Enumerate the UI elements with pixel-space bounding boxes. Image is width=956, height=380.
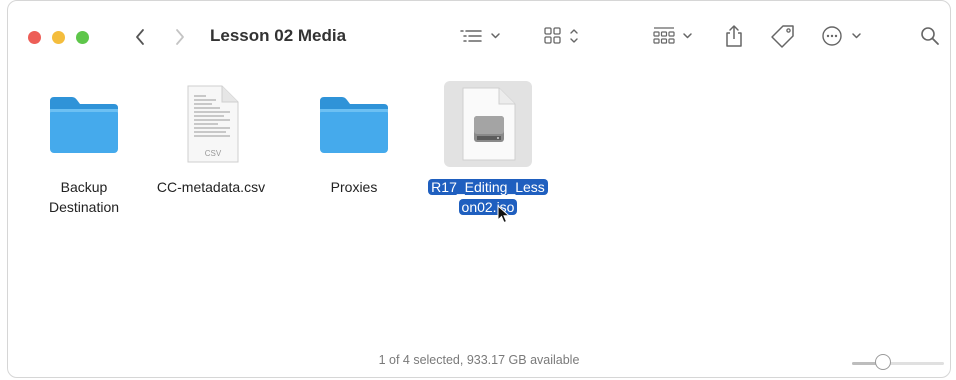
share-icon [726, 25, 742, 47]
folder-icon [310, 81, 398, 167]
chevron-right-icon [176, 29, 184, 45]
window-title: Lesson 02 Media [210, 26, 347, 45]
chevron-left-icon [136, 29, 144, 45]
csv-document-icon: CSV [167, 81, 255, 167]
icon-view-menu-button[interactable] [543, 21, 587, 51]
ellipsis-circle-icon [822, 26, 861, 46]
icon-size-slider[interactable] [852, 354, 944, 370]
toolbar: Lesson 02 Media [8, 1, 950, 73]
list-view-menu-button[interactable] [455, 21, 505, 51]
tags-button[interactable] [768, 21, 798, 51]
more-actions-button[interactable] [820, 21, 868, 51]
file-grid: Backup Destination CSV CC-metadata.csv P… [8, 73, 950, 349]
finder-window: Lesson 02 Media Backup Destination CSV C… [7, 0, 951, 378]
search-icon [921, 27, 939, 45]
status-bar: 1 of 4 selected, 933.17 GB available [8, 347, 950, 377]
group-menu-button[interactable] [651, 21, 701, 51]
file-name: Proxies [330, 179, 378, 195]
file-name: Backup Destination [48, 179, 120, 215]
file-name-selected: R17_Editing_Less on02.iso [428, 177, 548, 217]
minimize-button[interactable] [52, 31, 65, 44]
tag-icon [771, 25, 794, 48]
svg-text:CSV: CSV [205, 149, 222, 158]
list-view-icon [460, 30, 500, 42]
back-button[interactable] [128, 23, 152, 51]
share-button[interactable] [722, 21, 746, 51]
file-name: CC-metadata.csv [156, 179, 266, 195]
slider-thumb[interactable] [874, 354, 891, 370]
disk-image-icon [444, 81, 532, 167]
search-button[interactable] [918, 21, 942, 51]
close-button[interactable] [28, 31, 41, 44]
icon-grid-icon [544, 27, 578, 44]
mouse-pointer-icon [497, 205, 511, 224]
folder-icon [40, 81, 128, 167]
zoom-button[interactable] [76, 31, 89, 44]
forward-button[interactable] [168, 23, 192, 51]
status-text: 1 of 4 selected, 933.17 GB available [378, 353, 580, 367]
group-icon [653, 27, 692, 44]
